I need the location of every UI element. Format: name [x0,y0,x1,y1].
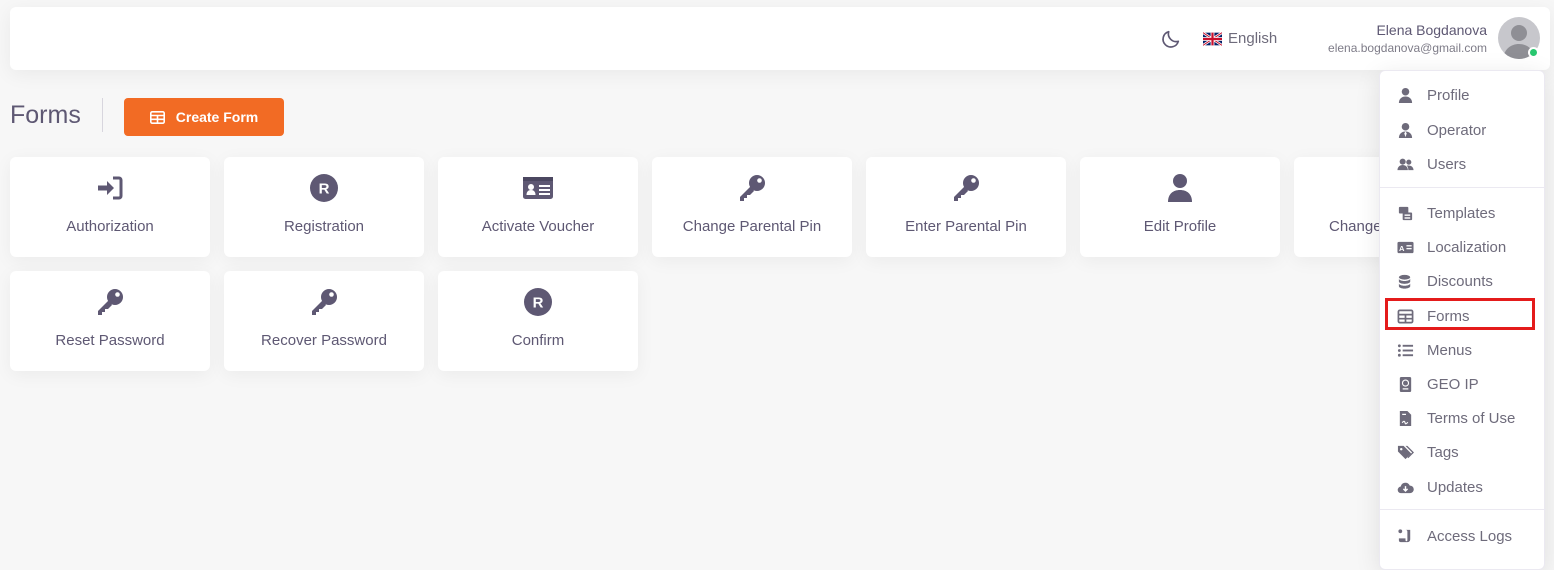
registered-icon: R [524,288,552,316]
form-card-label: Enter Parental Pin [905,218,1027,235]
menu-item-users[interactable]: Users [1380,149,1546,179]
menu-item-updates[interactable]: Updates [1380,472,1546,502]
menu-item-access-logs[interactable]: Access Logs [1380,521,1546,551]
users-icon [1397,158,1414,170]
cloud-download-icon [1397,482,1414,493]
list-icon [1397,343,1414,357]
key-icon [740,175,765,201]
templates-icon [1398,206,1413,220]
file-contract-icon [1399,410,1412,426]
tags-icon [1397,445,1414,459]
form-card-confirm[interactable]: R Confirm [438,271,638,371]
forms-highlight-box [1385,298,1535,330]
table-icon [149,110,165,124]
language-label: English [1228,30,1278,47]
svg-text:R: R [319,181,330,198]
language-selector[interactable]: English [1203,30,1277,47]
user-icon [1398,87,1413,103]
form-card-authorization[interactable]: Authorization [10,157,210,257]
menu-item-geo-ip[interactable]: GEO IP [1380,369,1546,399]
form-card-label: Recover Password [261,332,387,349]
page-title: Forms [10,101,81,129]
menu-item-menus[interactable]: Menus [1380,335,1546,365]
form-card-label: Confirm [511,332,565,349]
menu-item-operator[interactable]: Operator [1380,115,1546,145]
scroll-icon [1398,528,1411,542]
menu-separator [1380,187,1546,188]
menu-item-discounts[interactable]: Discounts [1380,266,1546,296]
form-card-label: Reset Password [55,332,165,349]
user-name[interactable]: Elena Bogdanova [1376,22,1487,38]
form-card-label: Activate Voucher [481,218,595,235]
svg-text:A: A [1399,243,1405,252]
uk-flag-icon [1203,31,1222,46]
menu-separator [1380,509,1546,510]
form-card-edit-profile[interactable]: Edit Profile [1080,157,1280,257]
key-icon [98,289,123,315]
menu-item-templates[interactable]: Templates [1380,198,1546,228]
form-card-recover-password[interactable]: Recover Password [224,271,424,371]
key-icon [954,175,979,201]
form-card-label: Edit Profile [1143,218,1217,235]
key-icon [312,289,337,315]
sign-in-icon [98,176,123,200]
svg-text:R: R [533,295,544,312]
form-card-label: Change Parental Pin [682,218,822,235]
create-form-button[interactable]: Create Form [124,98,284,136]
form-card-label: Authorization [66,218,154,235]
user-tie-icon [1398,122,1413,138]
form-card-registration[interactable]: R Registration [224,157,424,257]
form-card-reset-password[interactable]: Reset Password [10,271,210,371]
menu-item-terms-of-use[interactable]: Terms of Use [1380,403,1546,433]
title-divider [102,98,103,132]
user-icon [1168,174,1192,202]
id-card-icon [523,177,553,199]
form-card-change-parental-pin[interactable]: Change Parental Pin [652,157,852,257]
moon-icon[interactable] [1160,28,1182,50]
menu-item-localization[interactable]: A Localization [1380,232,1546,262]
menu-item-tags[interactable]: Tags [1380,437,1546,467]
menu-item-profile[interactable]: Profile [1380,80,1546,110]
form-card-enter-parental-pin[interactable]: Enter Parental Pin [866,157,1066,257]
user-email[interactable]: elena.bogdanova@gmail.com [1328,41,1487,55]
coins-icon [1398,274,1411,289]
form-card-activate-voucher[interactable]: Activate Voucher [438,157,638,257]
online-status-dot [1528,47,1539,58]
form-card-label: Registration [283,218,365,235]
passport-icon [1399,376,1412,392]
create-form-label: Create Form [175,109,259,125]
language-icon: A [1397,241,1414,253]
registered-icon: R [310,174,338,202]
top-navbar [10,7,1550,70]
